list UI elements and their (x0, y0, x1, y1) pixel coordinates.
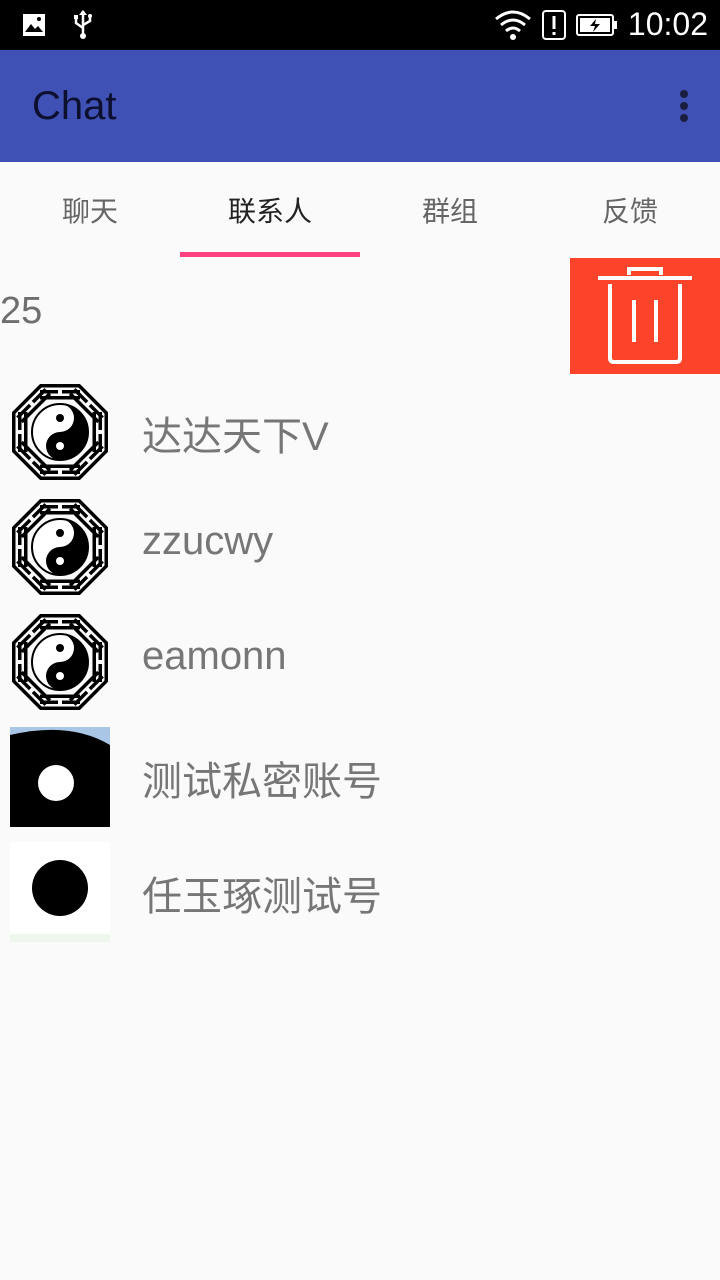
tab-indicator (180, 252, 360, 257)
status-time: 10:02 (627, 6, 708, 42)
contact-row[interactable]: 达达天下V (0, 378, 720, 484)
image-notification-icon (23, 14, 45, 36)
bagua-yinyang-avatar (10, 382, 110, 482)
contact-name: 达达天下V (142, 415, 329, 459)
tab-groups[interactable]: 群组 (360, 162, 540, 258)
bagua-yinyang-avatar (10, 612, 110, 712)
contact-row[interactable]: zzucwy (0, 493, 720, 599)
contact-name: zzucwy (142, 519, 274, 563)
app-title: Chat (32, 84, 117, 128)
contact-name: eamonn (142, 634, 287, 678)
contact-name: 测试私密账号 (142, 760, 382, 804)
more-vert-icon[interactable] (678, 90, 690, 126)
usb-icon (74, 10, 92, 39)
contact-row[interactable]: 测试私密账号 (0, 723, 720, 829)
tab-contacts[interactable]: 联系人 (180, 162, 360, 258)
tab-chat[interactable]: 聊天 (0, 162, 180, 258)
photo-avatar (10, 842, 110, 942)
tab-feedback[interactable]: 反馈 (540, 162, 720, 258)
contact-row[interactable]: 任玉琢测试号 (0, 838, 720, 944)
bagua-yinyang-avatar (10, 497, 110, 597)
photo-avatar (10, 727, 110, 827)
contact-name: 任玉琢测试号 (142, 875, 382, 919)
contact-group-label[interactable]: 25 (0, 290, 42, 333)
contact-row[interactable]: eamonn (0, 608, 720, 714)
trash-icon (598, 267, 692, 364)
wifi-icon (494, 10, 531, 40)
alert-icon (541, 9, 566, 40)
delete-button[interactable] (570, 258, 720, 374)
tab-bar: 聊天 联系人 群组 反馈 (0, 162, 720, 258)
battery-charging-icon (575, 13, 617, 36)
status-bar: 10:02 (0, 0, 720, 50)
app-bar: Chat (0, 50, 720, 162)
